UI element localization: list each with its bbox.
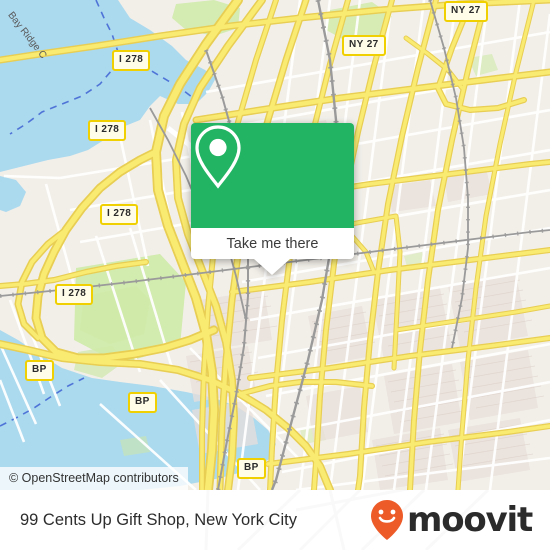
road-shield-ny27-2[interactable]: NY 27 bbox=[444, 1, 488, 22]
popup-header bbox=[191, 123, 354, 228]
map-pin-icon bbox=[195, 125, 241, 189]
map-canvas[interactable]: Bay Ridge C I 278 I 278 I 278 I 278 NY 2… bbox=[0, 0, 550, 490]
road-shield-i278-2[interactable]: I 278 bbox=[88, 120, 127, 141]
road-shield-i278-3[interactable]: I 278 bbox=[100, 204, 139, 225]
location-popup-card[interactable]: Take me there bbox=[191, 123, 354, 275]
popup-pointer bbox=[254, 259, 290, 275]
osm-attribution[interactable]: © OpenStreetMap contributors bbox=[0, 467, 188, 490]
map-screenshot: Bay Ridge C I 278 I 278 I 278 I 278 NY 2… bbox=[0, 0, 550, 550]
road-shield-bp-2[interactable]: BP bbox=[128, 392, 157, 413]
road-shield-bp-1[interactable]: BP bbox=[25, 360, 54, 381]
moovit-brand[interactable]: moovit bbox=[369, 490, 533, 550]
take-me-there-label: Take me there bbox=[226, 235, 319, 252]
road-shield-bp-3[interactable]: BP bbox=[237, 458, 266, 479]
moovit-smiley-pin-icon bbox=[370, 500, 403, 540]
road-shield-i278-1[interactable]: I 278 bbox=[112, 50, 151, 71]
popup-action-row[interactable]: Take me there bbox=[191, 228, 354, 259]
moovit-wordmark: moovit bbox=[406, 500, 533, 540]
road-shield-ny27-1[interactable]: NY 27 bbox=[342, 35, 386, 56]
footer-bar: 99 Cents Up Gift Shop, New York City moo… bbox=[0, 490, 550, 550]
place-title: 99 Cents Up Gift Shop, New York City bbox=[20, 510, 297, 529]
road-shield-i278-4[interactable]: I 278 bbox=[55, 284, 94, 305]
